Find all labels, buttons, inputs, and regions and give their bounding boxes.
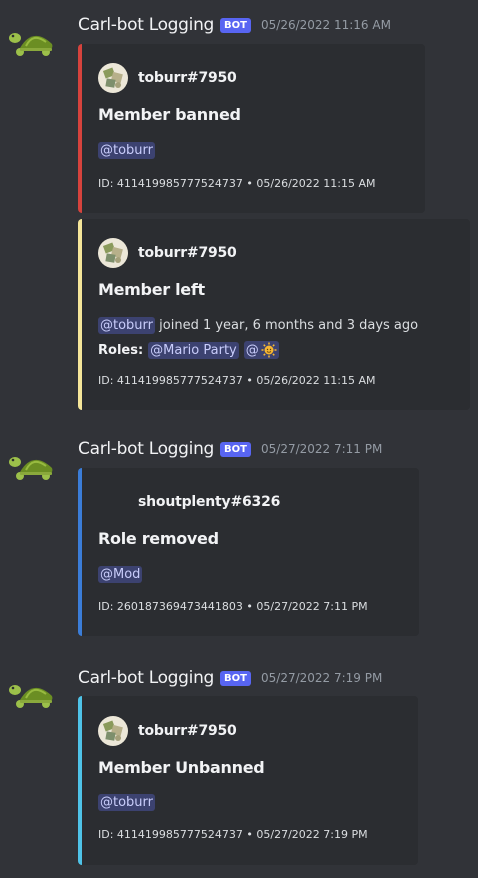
embed-author: shoutplenty#6326 — [98, 487, 280, 517]
role-mention-mario-party[interactable]: @Mario Party — [148, 341, 239, 359]
role-mention-emoji[interactable]: @ — [243, 341, 279, 359]
embed-author: toburr#7950 — [98, 63, 237, 93]
message-header: Carl-bot Logging BOT 05/27/2022 7:19 PM — [78, 668, 382, 688]
embed-roles-line: Roles: @Mario Party @ — [98, 341, 279, 359]
bot-tag: BOT — [220, 670, 251, 686]
embed-description: @toburr — [98, 794, 156, 811]
embed-author-name[interactable]: toburr#7950 — [138, 723, 237, 739]
user-avatar-icon[interactable] — [98, 63, 128, 93]
embed-author-name[interactable]: toburr#7950 — [138, 245, 237, 261]
user-avatar-icon[interactable] — [98, 238, 128, 268]
embed-description: @toburr joined 1 year, 6 months and 3 da… — [98, 317, 418, 334]
embed-color-bar — [78, 44, 82, 213]
embed-color-bar — [78, 468, 82, 636]
embed-description: @Mod — [98, 566, 143, 583]
author-avatar-placeholder — [98, 487, 128, 517]
embed-color-bar — [78, 219, 82, 410]
user-mention[interactable]: @toburr — [98, 317, 156, 334]
embed-member-left: toburr#7950 Member left @toburr joined 1… — [78, 219, 470, 410]
turtle-icon[interactable] — [8, 676, 58, 712]
embed-title: Role removed — [98, 529, 219, 548]
username[interactable]: Carl-bot Logging — [78, 668, 214, 688]
message-header: Carl-bot Logging BOT 05/26/2022 11:16 AM — [78, 15, 391, 35]
timestamp[interactable]: 05/27/2022 7:11 PM — [261, 442, 382, 456]
message-header: Carl-bot Logging BOT 05/27/2022 7:11 PM — [78, 439, 382, 459]
timestamp[interactable]: 05/26/2022 11:16 AM — [261, 18, 391, 32]
embed-member-banned: toburr#7950 Member banned @toburr ID: 41… — [78, 44, 425, 213]
bot-tag: BOT — [220, 17, 251, 33]
embed-footer: ID: 411419985777524737 • 05/26/2022 11:1… — [98, 177, 376, 190]
username[interactable]: Carl-bot Logging — [78, 15, 214, 35]
embed-title: Member left — [98, 280, 205, 299]
embed-footer: ID: 260187369473441803 • 05/27/2022 7:11… — [98, 600, 368, 613]
embed-author: toburr#7950 — [98, 238, 237, 268]
user-mention[interactable]: @toburr — [98, 794, 156, 811]
embed-role-removed: shoutplenty#6326 Role removed @Mod ID: 2… — [78, 468, 419, 636]
embed-footer: ID: 411419985777524737 • 05/26/2022 11:1… — [98, 374, 376, 387]
timestamp[interactable]: 05/27/2022 7:19 PM — [261, 671, 382, 685]
embed-member-unbanned: toburr#7950 Member Unbanned @toburr ID: … — [78, 696, 418, 865]
embed-title: Member Unbanned — [98, 758, 265, 777]
user-mention[interactable]: @toburr — [98, 142, 156, 159]
role-mention[interactable]: @Mod — [98, 566, 143, 583]
embed-author: toburr#7950 — [98, 716, 237, 746]
user-avatar-icon[interactable] — [98, 716, 128, 746]
bot-tag: BOT — [220, 441, 251, 457]
role-at-sign: @ — [245, 342, 259, 358]
embed-color-bar — [78, 696, 82, 865]
turtle-icon[interactable] — [8, 24, 58, 60]
embed-footer: ID: 411419985777524737 • 05/27/2022 7:19… — [98, 828, 368, 841]
roles-label: Roles: — [98, 342, 144, 358]
embed-author-name[interactable]: toburr#7950 — [138, 70, 237, 86]
embed-description: @toburr — [98, 142, 156, 159]
embed-title: Member banned — [98, 105, 241, 124]
embed-author-name[interactable]: shoutplenty#6326 — [138, 494, 280, 510]
turtle-icon[interactable] — [8, 448, 58, 484]
joined-text: joined 1 year, 6 months and 3 days ago — [155, 318, 419, 333]
username[interactable]: Carl-bot Logging — [78, 439, 214, 459]
sun-emoji-icon — [261, 342, 277, 358]
